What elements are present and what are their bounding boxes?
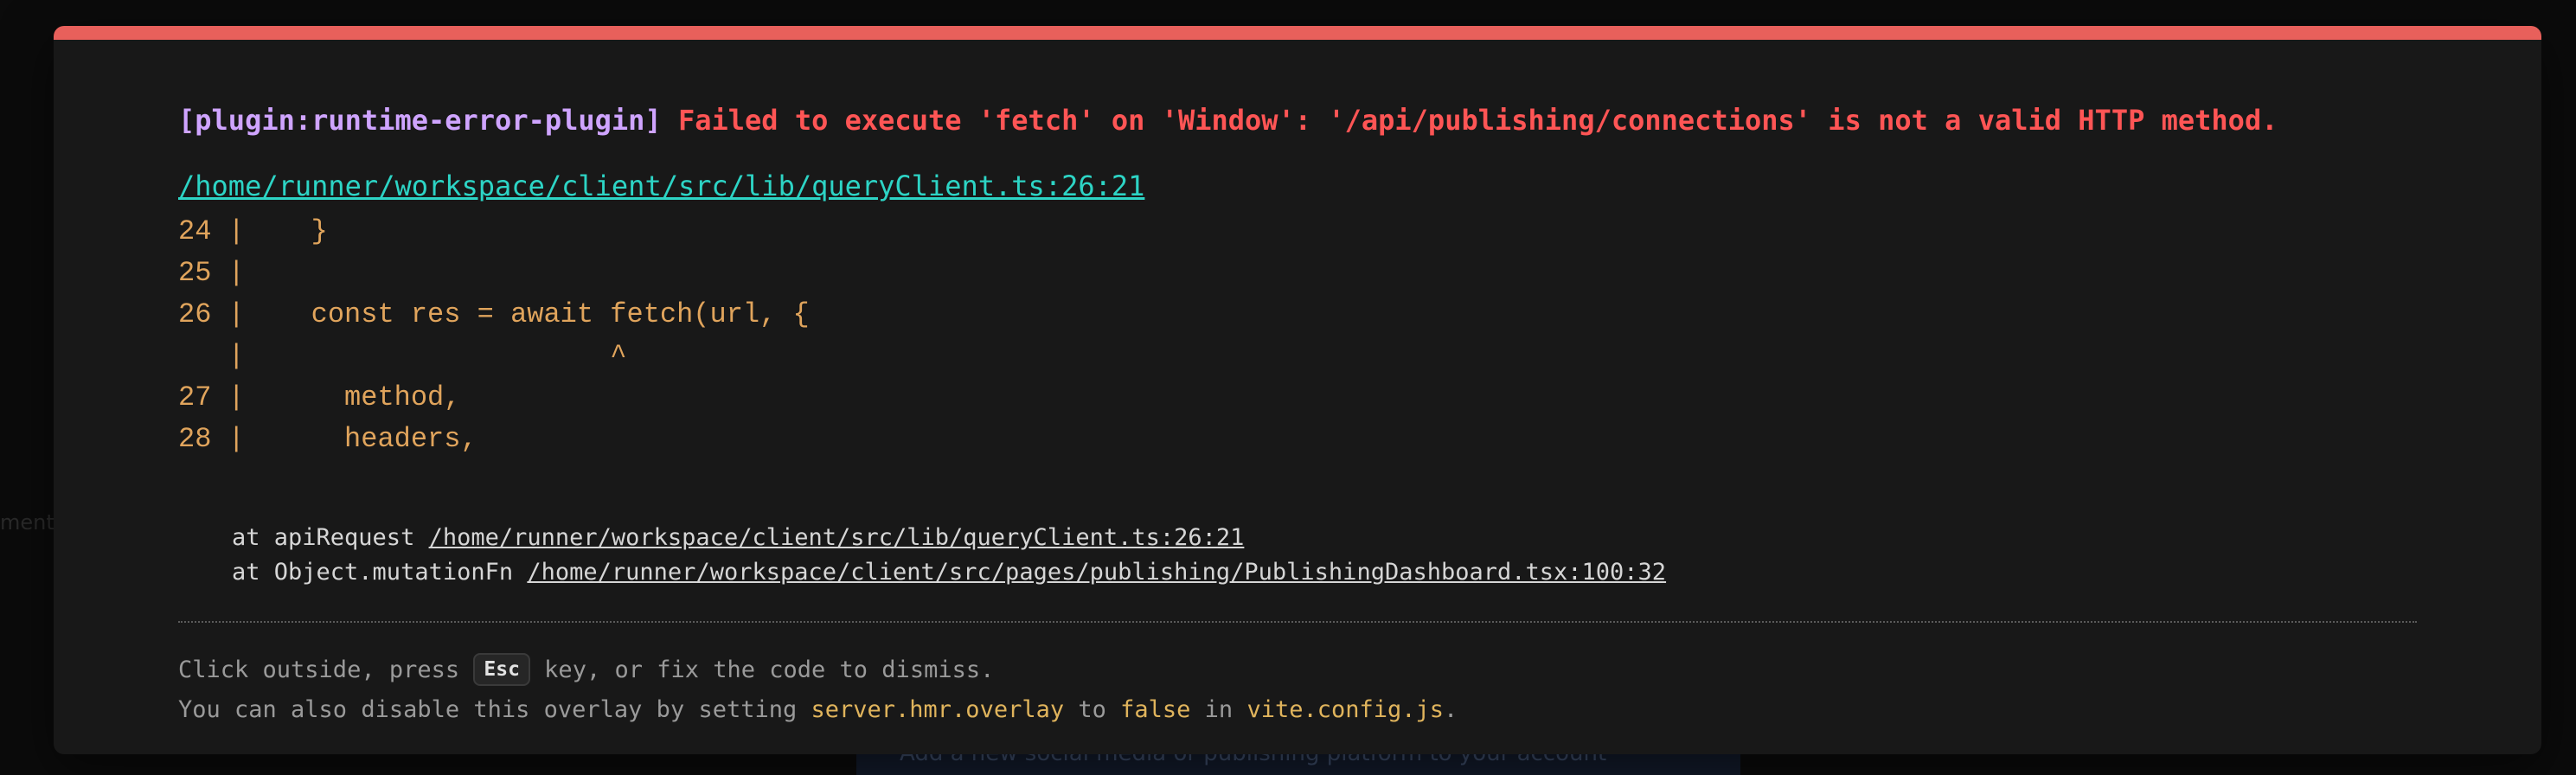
setting-name: server.hmr.overlay (811, 696, 1065, 723)
error-file-link[interactable]: /home/runner/workspace/client/src/lib/qu… (178, 170, 1144, 202)
disable-tip-line: You can also disable this overlay by set… (178, 690, 1458, 730)
code-frame-caret-line: | ^ (178, 340, 627, 372)
tip-text: in (1190, 696, 1247, 723)
esc-key-badge: Esc (473, 653, 530, 686)
tip-text: key, or fix the code to dismiss. (529, 657, 995, 683)
stack-frame-function: at apiRequest (232, 524, 429, 551)
stack-frame: at Object.mutationFn /home/runner/worksp… (232, 555, 1666, 590)
tip-text: Click outside, press (178, 657, 474, 683)
error-message: [plugin:runtime-error-plugin] Failed to … (178, 104, 2278, 137)
stack-frame-function: at Object.mutationFn (232, 559, 528, 586)
code-frame-line: 27 | method, (178, 381, 461, 413)
error-text: Failed to execute 'fetch' on 'Window': '… (677, 104, 2278, 137)
code-frame: 24 | } 25 | 26 | const res = await fetch(u… (178, 211, 810, 460)
tip-text: to (1064, 696, 1121, 723)
code-frame-line: 25 | (178, 257, 245, 289)
stack-frame: at apiRequest /home/runner/workspace/cli… (232, 521, 1666, 555)
config-file-name: vite.config.js (1246, 696, 1445, 723)
stack-frame-link[interactable]: /home/runner/workspace/client/src/pages/… (527, 559, 1666, 586)
dismiss-tip: Click outside, press Esc key, or fix the… (178, 650, 1458, 730)
code-frame-line: 26 | const res = await fetch(url, { (178, 298, 810, 330)
tip-text: You can also disable this overlay by set… (178, 696, 811, 723)
plugin-tag: [plugin:runtime-error-plugin] (178, 104, 662, 137)
error-overlay: [plugin:runtime-error-plugin] Failed to … (54, 26, 2541, 754)
code-frame-line: 24 | } (178, 215, 328, 247)
tip-text: . (1444, 696, 1458, 723)
stack-trace: at apiRequest /home/runner/workspace/cli… (232, 521, 1666, 590)
tip-divider (178, 621, 2417, 623)
dismiss-tip-line: Click outside, press Esc key, or fix the… (178, 650, 1458, 690)
background-app-text: ment (0, 510, 54, 535)
stack-frame-link[interactable]: /home/runner/workspace/client/src/lib/qu… (429, 524, 1245, 551)
setting-value: false (1120, 696, 1191, 723)
code-frame-line: 28 | headers, (178, 423, 477, 455)
